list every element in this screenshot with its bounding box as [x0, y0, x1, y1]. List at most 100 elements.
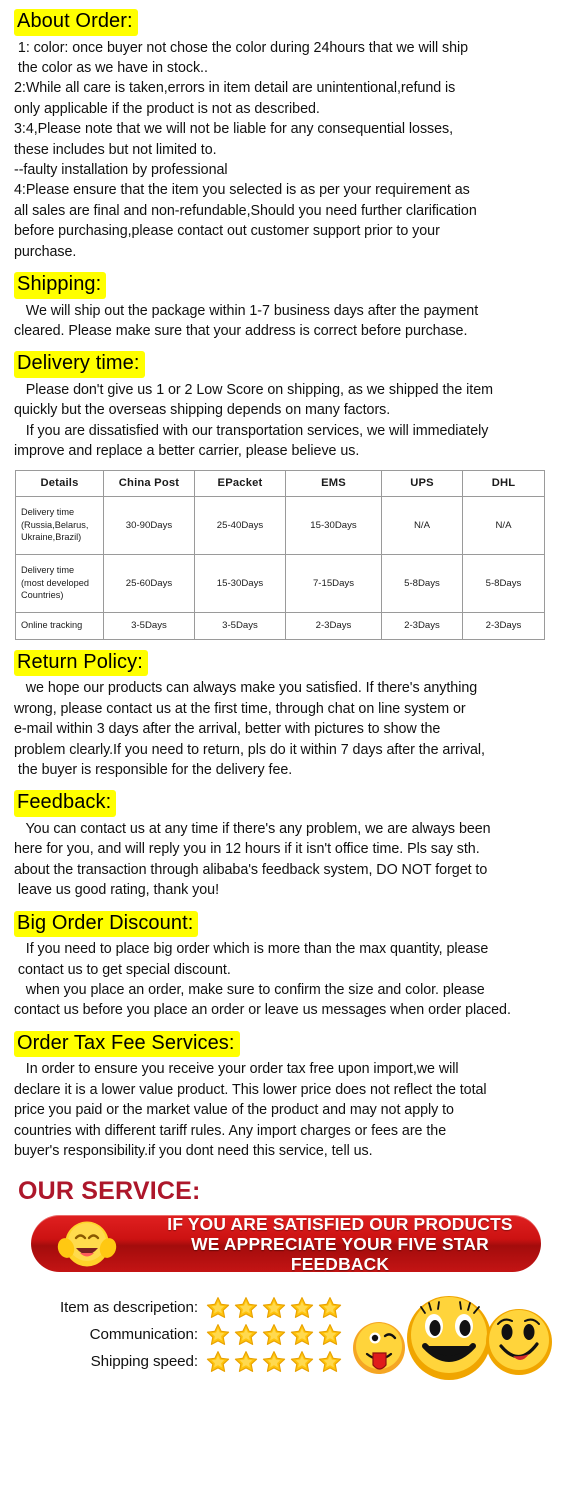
section-heading-text: About Order:: [14, 9, 138, 36]
section-order-tax-fee-services: Order Tax Fee Services: In order to ensu…: [14, 1022, 548, 1162]
section-body-line: 3:4,Please note that we will not be liab…: [14, 121, 454, 138]
table-header-cell: UPS: [381, 469, 463, 497]
star-icon: [206, 1297, 230, 1319]
star-icon: [318, 1324, 342, 1346]
rating-stars: [206, 1323, 354, 1346]
section-body-line: price you paid or the market value of th…: [14, 1102, 454, 1119]
section-body-line: wrong, please contact us at the first ti…: [14, 700, 466, 717]
section-body: You can contact us at any time if there'…: [14, 819, 548, 901]
section-body-line: 1: color: once buyer not chose the color…: [14, 39, 469, 56]
our-service-title: OUR SERVICE:: [18, 1177, 201, 1206]
table-cell: 15-30Days: [194, 553, 286, 613]
table-cell: 5-8Days: [381, 553, 463, 613]
section-body-line: --faulty installation by professional: [14, 162, 228, 179]
section-body: If you need to place big order which is …: [14, 939, 548, 1021]
star-icon: [262, 1297, 286, 1319]
table-header-cell: EPacket: [194, 469, 286, 497]
section-body-line: only applicable if the product is not as…: [14, 100, 320, 117]
section-heading-text: Feedback:: [14, 790, 117, 817]
section-body-line: 4:Please ensure that the item you select…: [14, 182, 470, 199]
section-body-line: problem clearly.If you need to return, p…: [14, 741, 485, 758]
section-body-line: the buyer is responsible for the deliver…: [14, 761, 293, 778]
section-heading: Shipping:: [14, 263, 548, 299]
star-icon: [318, 1297, 342, 1319]
section-body-line: In order to ensure you receive your orde…: [14, 1061, 459, 1078]
section-body-line: here for you, and will reply you in 12 h…: [14, 841, 480, 858]
rating-stars: [206, 1350, 354, 1373]
section-body: we hope our products can always make you…: [14, 678, 548, 780]
section-body-line: 2:While all care is taken,errors in item…: [14, 80, 456, 97]
smiling-smiley: [486, 1309, 552, 1376]
section-body-line: buyer's responsibility.if you dont need …: [14, 1142, 373, 1159]
section-shipping: Shipping: We will ship out the package w…: [14, 263, 548, 341]
table-row-label-line: Delivery time: [21, 565, 75, 576]
table-header-cell: China Post: [103, 469, 195, 497]
section-body-line: when you place an order, make sure to co…: [14, 981, 485, 998]
section-body-line: these includes but not limited to.: [14, 141, 217, 158]
table-row-label-line: (Russia,Belarus,: [21, 519, 89, 530]
star-icon: [318, 1351, 342, 1373]
section-about-order: About Order: 1: color: once buyer not ch…: [14, 0, 548, 262]
rating-rows: Item as descripetion: Communication: Shipp…: [14, 1294, 354, 1375]
section-heading: Delivery time:: [14, 342, 548, 379]
table-row-label-line: Ukraine,Brazil): [21, 532, 82, 543]
section-return-policy: Return Policy: we hope our products can …: [14, 641, 548, 781]
table-row-label-line: Online tracking: [21, 620, 83, 631]
section-big-order-discount: Big Order Discount: If you need to place…: [14, 902, 548, 1021]
section-feedback: Feedback: You can contact us at any time…: [14, 781, 548, 900]
rating-label: Shipping speed:: [90, 1353, 199, 1371]
big-smiley-with-eyelashes: [407, 1296, 491, 1381]
shipping-methods-table: Details China Post EPacket EMS UPS DHL Deliver…: [15, 469, 545, 640]
section-body-line: contact us to get special discount.: [14, 961, 231, 978]
section-body-line: We will ship out the package within 1-7 …: [14, 302, 479, 319]
section-body-line: about the transaction through alibaba's …: [14, 861, 488, 878]
section-body: 1: color: once buyer not chose the color…: [14, 38, 548, 262]
table-cell: 25-40Days: [194, 495, 286, 555]
section-delivery-time: Delivery time: Please don't give us 1 or…: [14, 342, 548, 640]
table-cell: 3-5Days: [194, 611, 286, 640]
laughing-thumbs-up-emoji: [57, 1221, 117, 1267]
section-body-line: e-mail within 3 days after the arrival, …: [14, 721, 441, 738]
section-heading-text: Shipping:: [14, 272, 107, 299]
table-header-row: Details China Post EPacket EMS UPS DHL: [15, 469, 545, 497]
table-cell: 7-15Days: [285, 553, 382, 613]
section-body: In order to ensure you receive your orde…: [14, 1059, 548, 1161]
section-body-line: we hope our products can always make you…: [14, 680, 478, 697]
section-heading-text: Order Tax Fee Services:: [14, 1030, 240, 1058]
table-row: Delivery time (Russia,Belarus, Ukraine,Bra…: [15, 495, 545, 555]
star-icon: [262, 1324, 286, 1346]
table-header-cell: DHL: [462, 469, 545, 497]
star-icon: [234, 1351, 258, 1373]
section-body-line: You can contact us at any time if there'…: [14, 820, 491, 837]
table-cell: 2-3Days: [381, 611, 463, 640]
section-heading: Order Tax Fee Services:: [14, 1022, 548, 1058]
winking-tongue-out-smiley: [353, 1322, 405, 1375]
five-star-feedback-banner: IF YOU ARE SATISFIED OUR PRODUCTS WE APP…: [31, 1215, 541, 1273]
table-cell: 30-90Days: [103, 495, 195, 555]
section-heading-text: Return Policy:: [14, 649, 148, 677]
section-body-line: quickly but the overseas shipping depend…: [14, 402, 391, 419]
star-icon: [262, 1351, 286, 1373]
table-row-label: Online tracking: [15, 611, 104, 640]
table-cell: 2-3Days: [462, 611, 545, 640]
section-body-line: cleared. Please make sure that your addr…: [14, 323, 468, 340]
table-row-label: Delivery time (most developed Countries): [15, 553, 104, 613]
section-heading: Return Policy:: [14, 641, 548, 677]
section-body-line: improve and replace a better carrier, pl…: [14, 443, 360, 460]
rating-stars: [206, 1296, 354, 1319]
table-row-label-line: Delivery time: [21, 507, 75, 518]
section-body-line: the color as we have in stock..: [14, 60, 208, 76]
section-body-line: declare it is a lower value product. Thi…: [14, 1081, 487, 1098]
five-star-banner-wrap: IF YOU ARE SATISFIED OUR PRODUCTS WE APP…: [31, 1215, 548, 1273]
section-heading: Big Order Discount:: [14, 902, 548, 938]
section-heading-text: Big Order Discount:: [14, 910, 199, 938]
star-icon: [234, 1297, 258, 1319]
star-icon: [290, 1297, 314, 1319]
section-body-line: purchase.: [14, 243, 77, 260]
product-policy-page: About Order: 1: color: once buyer not ch…: [0, 0, 562, 1500]
table-header-cell: EMS: [285, 469, 382, 497]
section-body-line: before purchasing,please contact out cus…: [14, 223, 440, 240]
star-icon: [290, 1351, 314, 1373]
rating-row: Communication:: [14, 1321, 354, 1348]
table-header-cell: Details: [15, 469, 104, 497]
